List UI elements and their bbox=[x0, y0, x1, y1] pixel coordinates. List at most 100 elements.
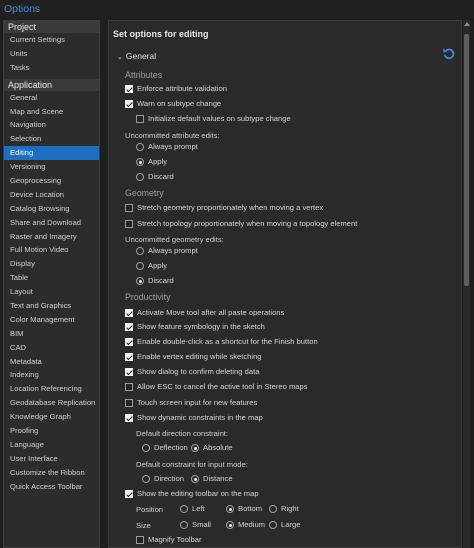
vertical-scrollbar[interactable] bbox=[463, 20, 470, 548]
radio-label: Large bbox=[281, 520, 301, 529]
deflection-radio[interactable]: Deflection bbox=[142, 442, 188, 454]
warn-subtype-change-checkbox[interactable]: Warn on subtype change bbox=[125, 98, 221, 110]
sidebar-item-current-settings[interactable]: Current Settings bbox=[4, 33, 99, 47]
sidebar-item-customize-the-ribbon[interactable]: Customize the Ribbon bbox=[4, 466, 99, 480]
sidebar-item-cad[interactable]: CAD bbox=[4, 341, 99, 355]
sidebar-item-proofing[interactable]: Proofing bbox=[4, 424, 99, 438]
radio-label: Medium bbox=[238, 520, 266, 529]
scroll-up-arrow-icon[interactable] bbox=[464, 22, 470, 26]
sidebar-item-raster-and-imagery[interactable]: Raster and Imagery bbox=[4, 230, 99, 244]
feature-symbology-checkbox[interactable]: Show feature symbology in the sketch bbox=[125, 321, 265, 333]
uncommitted-attribute-edits-label: Uncommitted attribute edits: bbox=[125, 131, 220, 140]
dynamic-constraints-checkbox[interactable]: Show dynamic constraints in the map bbox=[125, 412, 263, 424]
touch-screen-input-checkbox[interactable]: Touch screen input for new features bbox=[125, 397, 257, 409]
enforce-attribute-validation-checkbox[interactable]: Enforce attribute validation bbox=[125, 83, 227, 95]
sidebar-item-versioning[interactable]: Versioning bbox=[4, 160, 99, 174]
position-bottom-radio[interactable]: Bottom bbox=[226, 503, 262, 515]
attr-apply-radio[interactable]: Apply bbox=[136, 156, 167, 168]
checkbox-box bbox=[125, 220, 133, 228]
checkbox-label: Magnify Toolbar bbox=[148, 535, 202, 544]
sidebar-item-catalog-browsing[interactable]: Catalog Browsing bbox=[4, 202, 99, 216]
radio-label: Always prompt bbox=[148, 142, 198, 151]
magnify-toolbar-checkbox[interactable]: Magnify Toolbar bbox=[136, 534, 201, 546]
sidebar-item-table[interactable]: Table bbox=[4, 271, 99, 285]
radio-circle bbox=[136, 143, 144, 151]
size-large-radio[interactable]: Large bbox=[269, 519, 300, 531]
radio-label: Always prompt bbox=[148, 246, 198, 255]
distance-radio[interactable]: Distance bbox=[191, 473, 233, 485]
radio-label: Deflection bbox=[154, 443, 188, 452]
sidebar-item-quick-access-toolbar[interactable]: Quick Access Toolbar bbox=[4, 480, 99, 494]
checkbox-box bbox=[125, 414, 133, 422]
double-click-finish-checkbox[interactable]: Enable double-click as a shortcut for th… bbox=[125, 336, 318, 348]
sidebar-item-map-and-scene[interactable]: Map and Scene bbox=[4, 105, 99, 119]
sidebar-item-color-management[interactable]: Color Management bbox=[4, 313, 99, 327]
absolute-radio[interactable]: Absolute bbox=[191, 442, 233, 454]
radio-circle bbox=[180, 521, 188, 529]
editing-options-panel: Set options for editing ⌄ General Attribu… bbox=[108, 20, 462, 548]
geom-apply-radio[interactable]: Apply bbox=[136, 260, 167, 272]
checkbox-label: Allow ESC to cancel the active tool in S… bbox=[137, 382, 308, 391]
size-medium-radio[interactable]: Medium bbox=[226, 519, 265, 531]
checkbox-box bbox=[125, 85, 133, 93]
sidebar-item-geoprocessing[interactable]: Geoprocessing bbox=[4, 174, 99, 188]
sidebar-item-display[interactable]: Display bbox=[4, 257, 99, 271]
position-right-radio[interactable]: Right bbox=[269, 503, 299, 515]
sidebar-item-text-and-graphics[interactable]: Text and Graphics bbox=[4, 299, 99, 313]
position-left-radio[interactable]: Left bbox=[180, 503, 205, 515]
general-label: General bbox=[125, 51, 157, 61]
checkbox-box bbox=[125, 383, 133, 391]
sidebar-item-layout[interactable]: Layout bbox=[4, 285, 99, 299]
sidebar-item-tasks[interactable]: Tasks bbox=[4, 61, 99, 75]
radio-label: Discard bbox=[148, 172, 174, 181]
sidebar-item-navigation[interactable]: Navigation bbox=[4, 118, 99, 132]
general-expander[interactable]: ⌄ General bbox=[117, 51, 156, 61]
sidebar-item-editing[interactable]: Editing bbox=[4, 146, 99, 161]
reset-icon[interactable] bbox=[442, 46, 456, 60]
sidebar-item-geodatabase-replication[interactable]: Geodatabase Replication bbox=[4, 396, 99, 410]
sidebar-item-metadata[interactable]: Metadata bbox=[4, 355, 99, 369]
sidebar-item-knowledge-graph[interactable]: Knowledge Graph bbox=[4, 410, 99, 424]
attr-always-prompt-radio[interactable]: Always prompt bbox=[136, 141, 198, 153]
checkbox-label: Enforce attribute validation bbox=[137, 84, 227, 93]
editing-toolbar-checkbox[interactable]: Show the editing toolbar on the map bbox=[125, 488, 259, 500]
sidebar-item-bim[interactable]: BIM bbox=[4, 327, 99, 341]
sidebar-item-share-and-download[interactable]: Share and Download bbox=[4, 216, 99, 230]
sidebar-item-full-motion-video[interactable]: Full Motion Video bbox=[4, 243, 99, 257]
sidebar-item-user-interface[interactable]: User Interface bbox=[4, 452, 99, 466]
size-small-radio[interactable]: Small bbox=[180, 519, 211, 531]
initialize-default-values-checkbox[interactable]: Initialize default values on subtype cha… bbox=[136, 113, 291, 125]
vertex-editing-checkbox[interactable]: Enable vertex editing while sketching bbox=[125, 351, 262, 363]
esc-cancel-stereo-checkbox[interactable]: Allow ESC to cancel the active tool in S… bbox=[125, 381, 308, 393]
sidebar-item-location-referencing[interactable]: Location Referencing bbox=[4, 382, 99, 396]
direction-radio[interactable]: Direction bbox=[142, 473, 184, 485]
geom-discard-radio[interactable]: Discard bbox=[136, 275, 174, 287]
confirm-deleting-checkbox[interactable]: Show dialog to confirm deleting data bbox=[125, 366, 259, 378]
sidebar-item-selection[interactable]: Selection bbox=[4, 132, 99, 146]
checkbox-box bbox=[136, 536, 144, 544]
sidebar-item-units[interactable]: Units bbox=[4, 47, 99, 61]
checkbox-label: Show dynamic constraints in the map bbox=[137, 413, 263, 422]
radio-label: Small bbox=[192, 520, 211, 529]
stretch-topology-checkbox[interactable]: Stretch topology proportionately when mo… bbox=[125, 218, 357, 230]
radio-circle bbox=[136, 277, 144, 285]
checkbox-box bbox=[125, 490, 133, 498]
scroll-thumb[interactable] bbox=[464, 34, 469, 286]
checkbox-label: Initialize default values on subtype cha… bbox=[148, 114, 291, 123]
radio-circle bbox=[269, 505, 277, 513]
attr-discard-radio[interactable]: Discard bbox=[136, 171, 174, 183]
checkbox-box bbox=[125, 100, 133, 108]
geom-always-prompt-radio[interactable]: Always prompt bbox=[136, 245, 198, 257]
sidebar-item-indexing[interactable]: Indexing bbox=[4, 368, 99, 382]
chevron-down-icon: ⌄ bbox=[117, 54, 123, 61]
activate-move-tool-checkbox[interactable]: Activate Move tool after all paste opera… bbox=[125, 307, 284, 319]
sidebar-item-general[interactable]: General bbox=[4, 91, 99, 105]
radio-label: Absolute bbox=[203, 443, 233, 452]
radio-circle bbox=[142, 444, 150, 452]
stretch-geometry-checkbox[interactable]: Stretch geometry proportionately when mo… bbox=[125, 202, 323, 214]
sidebar-item-device-location[interactable]: Device Location bbox=[4, 188, 99, 202]
sidebar-group-project: Project bbox=[4, 21, 99, 33]
radio-label: Bottom bbox=[238, 504, 263, 513]
position-label: Position bbox=[136, 505, 164, 514]
sidebar-item-language[interactable]: Language bbox=[4, 438, 99, 452]
